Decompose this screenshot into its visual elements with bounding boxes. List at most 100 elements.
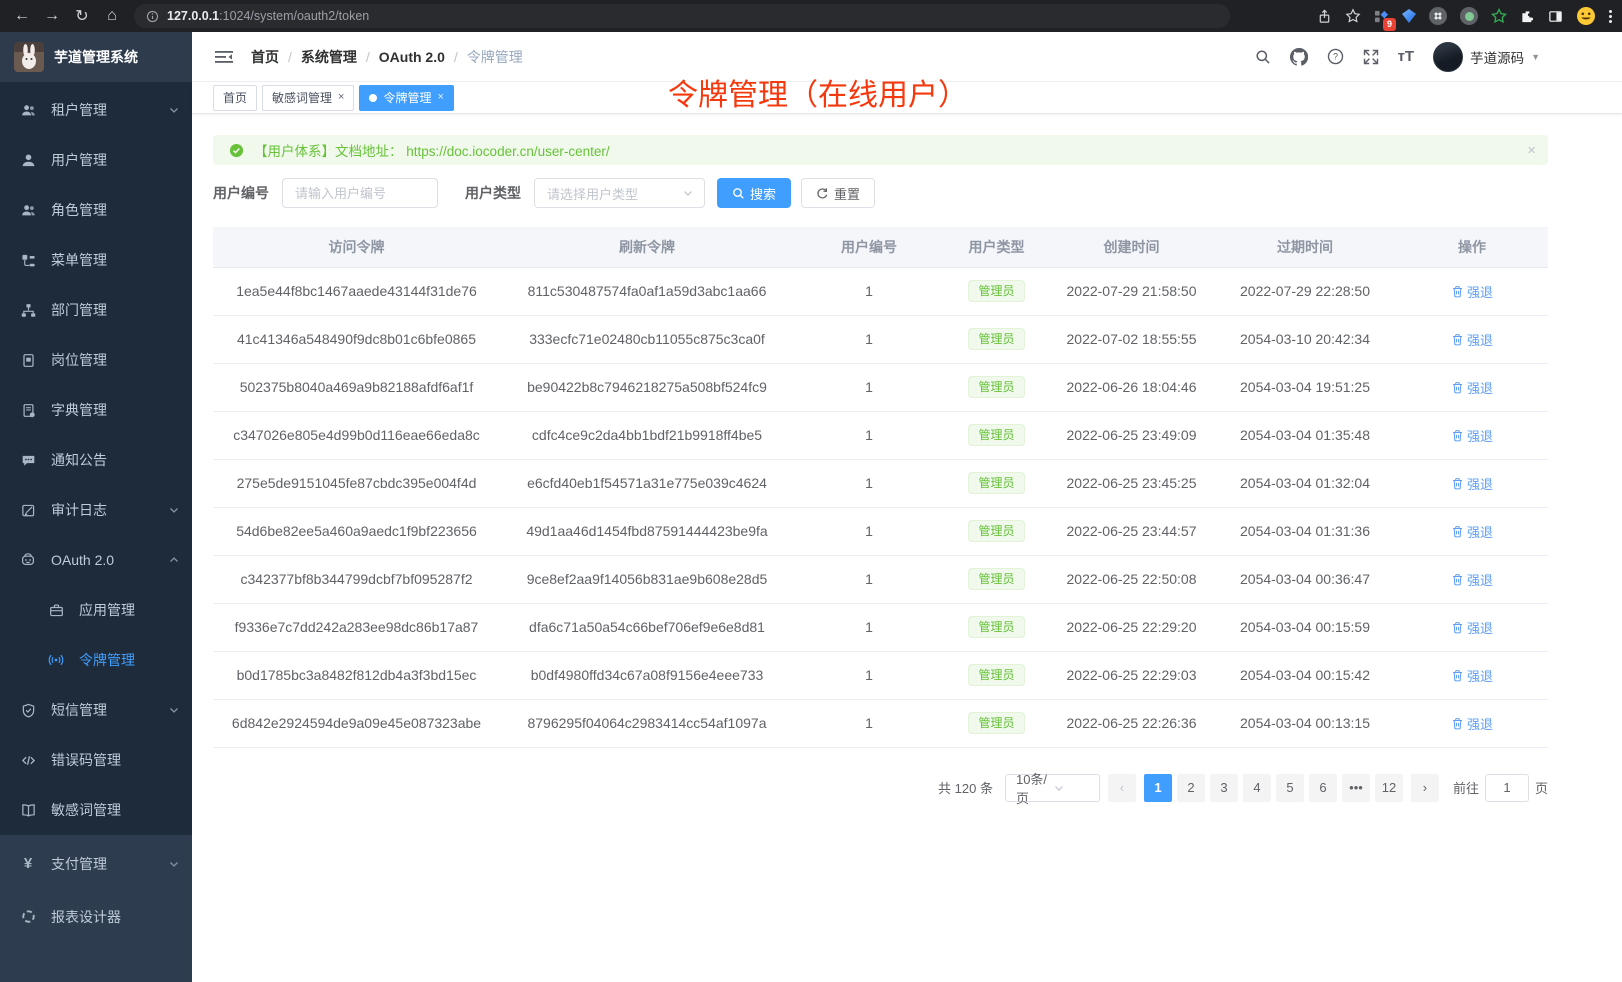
sidebar-item-label: 菜单管理 <box>51 250 107 270</box>
star-extension-icon[interactable] <box>1491 8 1507 24</box>
trash-icon <box>1451 333 1464 346</box>
view-tab[interactable]: 令牌管理 × <box>359 85 453 111</box>
app-title: 芋道管理系统 <box>54 47 138 67</box>
sidebar-item[interactable]: 用户管理 <box>0 135 192 185</box>
sidebar-item[interactable]: 应用管理 <box>0 585 192 635</box>
page-button[interactable]: 3 <box>1210 774 1238 802</box>
page-button[interactable]: 12 <box>1375 774 1403 802</box>
emoji-profile-icon[interactable] <box>1576 6 1596 26</box>
breadcrumb-item[interactable]: OAuth 2.0 / <box>379 49 467 65</box>
user-id-cell: 1 <box>794 555 944 603</box>
puzzle-extension-icon[interactable] <box>1520 9 1535 24</box>
page-button[interactable]: 2 <box>1177 774 1205 802</box>
sidebar-item[interactable]: 部门管理 <box>0 285 192 335</box>
page-button[interactable]: 5 <box>1276 774 1304 802</box>
record-extension-icon[interactable] <box>1460 7 1478 25</box>
user-type-label: 用户类型 <box>465 183 521 203</box>
page-button[interactable]: 6 <box>1309 774 1337 802</box>
force-logout-button[interactable]: 强退 <box>1451 282 1493 301</box>
sidebar-item-label: 应用管理 <box>79 600 135 620</box>
help-icon[interactable]: ? <box>1327 48 1344 65</box>
font-size-icon[interactable]: тT <box>1398 48 1415 65</box>
force-logout-button[interactable]: 强退 <box>1451 378 1493 397</box>
address-bar[interactable]: 127.0.0.1:1024/system/oauth2/token <box>134 4 1230 28</box>
home-button[interactable]: ⌂ <box>100 4 124 28</box>
breadcrumb-item[interactable]: 首页 / <box>251 47 301 67</box>
close-icon[interactable]: × <box>338 92 344 103</box>
sidebar-item[interactable]: 令牌管理 <box>0 635 192 685</box>
doc-link[interactable]: https://doc.iocoder.cn/user-center/ <box>406 144 609 159</box>
user-menu[interactable]: 芋道源码 ▼ <box>1433 42 1540 72</box>
view-tab[interactable]: 敏感词管理 × <box>262 85 354 111</box>
search-icon[interactable] <box>1255 49 1271 65</box>
sidebar-item[interactable]: 通知公告 <box>0 435 192 485</box>
total-count: 共 120 条 <box>938 778 993 797</box>
goto-page-input[interactable] <box>1485 774 1529 802</box>
share-icon[interactable] <box>1317 9 1332 24</box>
table-row: c347026e805e4d99b0d116eae66eda8c cdfc4ce… <box>213 411 1548 459</box>
access-token-cell: 1ea5e44f8bc1467aaede43144f31de76 <box>213 267 500 315</box>
forward-button[interactable]: → <box>40 4 64 28</box>
page-button[interactable]: 4 <box>1243 774 1271 802</box>
close-icon[interactable]: × <box>437 92 443 103</box>
force-logout-button[interactable]: 强退 <box>1451 618 1493 637</box>
sidebar-item[interactable]: 错误码管理 <box>0 735 192 785</box>
bookmark-star-icon[interactable] <box>1345 8 1361 24</box>
sidebar-item[interactable]: 字典管理 <box>0 385 192 435</box>
side-panel-icon[interactable] <box>1548 9 1563 24</box>
user-id-input[interactable] <box>282 178 438 208</box>
github-icon[interactable] <box>1290 48 1308 66</box>
force-logout-button[interactable]: 强退 <box>1451 426 1493 445</box>
command-extension-icon[interactable] <box>1429 7 1447 25</box>
extension-grid-icon[interactable]: 9 <box>1374 9 1389 24</box>
sidebar-item[interactable]: 审计日志 <box>0 485 192 535</box>
column-header: 访问令牌 <box>213 227 500 267</box>
app-logo <box>14 42 44 72</box>
gem-extension-icon[interactable] <box>1402 9 1416 23</box>
shield-icon <box>20 703 36 718</box>
sidebar-item[interactable]: 菜单管理 <box>0 235 192 285</box>
site-info-icon[interactable] <box>146 10 159 23</box>
fullscreen-icon[interactable] <box>1363 49 1379 65</box>
user-id-cell: 1 <box>794 411 944 459</box>
app-logo-row[interactable]: 芋道管理系统 <box>0 32 192 82</box>
sidebar-item[interactable]: 岗位管理 <box>0 335 192 385</box>
sidebar-item[interactable]: 敏感词管理 <box>0 785 192 835</box>
prev-page-button[interactable]: ‹ <box>1108 774 1136 802</box>
force-logout-button[interactable]: 强退 <box>1451 714 1493 733</box>
back-button[interactable]: ← <box>10 4 34 28</box>
force-logout-button[interactable]: 强退 <box>1451 474 1493 493</box>
force-logout-button[interactable]: 强退 <box>1451 570 1493 589</box>
breadcrumb-item[interactable]: 系统管理 / <box>301 47 379 67</box>
browser-menu-icon[interactable] <box>1609 10 1612 23</box>
sidebar-item[interactable]: OAuth 2.0 <box>0 535 192 585</box>
created-time-cell: 2022-06-25 23:44:57 <box>1049 507 1214 555</box>
sidebar-item[interactable]: 租户管理 <box>0 85 192 135</box>
sidebar-menu: 租户管理 用户管理 角色管理 菜单管理 <box>0 82 192 835</box>
force-logout-button[interactable]: 强退 <box>1451 330 1493 349</box>
user-type-select[interactable]: 请选择用户类型 <box>534 178 705 208</box>
access-token-cell: b0d1785bc3a8482f812db4a3f3bd15ec <box>213 651 500 699</box>
reset-button[interactable]: 重置 <box>801 178 875 208</box>
sidebar-item[interactable]: 短信管理 <box>0 685 192 735</box>
sidebar-item[interactable]: ¥ 支付管理 <box>0 837 192 890</box>
user-type-badge: 管理员 <box>968 328 1024 350</box>
force-logout-button[interactable]: 强退 <box>1451 522 1493 541</box>
reload-button[interactable]: ↻ <box>70 4 94 28</box>
page-size-select[interactable]: 10条/页 <box>1005 774 1100 802</box>
search-button[interactable]: 搜索 <box>717 178 791 208</box>
tab-label: 令牌管理 <box>383 89 431 106</box>
page-button[interactable]: ••• <box>1342 774 1370 802</box>
username: 芋道源码 <box>1470 47 1524 67</box>
next-page-button[interactable]: › <box>1411 774 1439 802</box>
sidebar-item[interactable]: 报表设计器 <box>0 890 192 943</box>
force-logout-button[interactable]: 强退 <box>1451 666 1493 685</box>
alert-close-icon[interactable]: × <box>1527 142 1536 159</box>
signal-icon <box>48 652 64 668</box>
sidebar-collapse-icon[interactable] <box>207 49 241 65</box>
breadcrumb-item[interactable]: 令牌管理 / <box>467 47 523 67</box>
view-tab[interactable]: 首页 <box>213 85 257 111</box>
page-button[interactable]: 1 <box>1144 774 1172 802</box>
sidebar-item[interactable]: 角色管理 <box>0 185 192 235</box>
access-token-cell: 6d842e2924594de9a09e45e087323abe <box>213 699 500 747</box>
